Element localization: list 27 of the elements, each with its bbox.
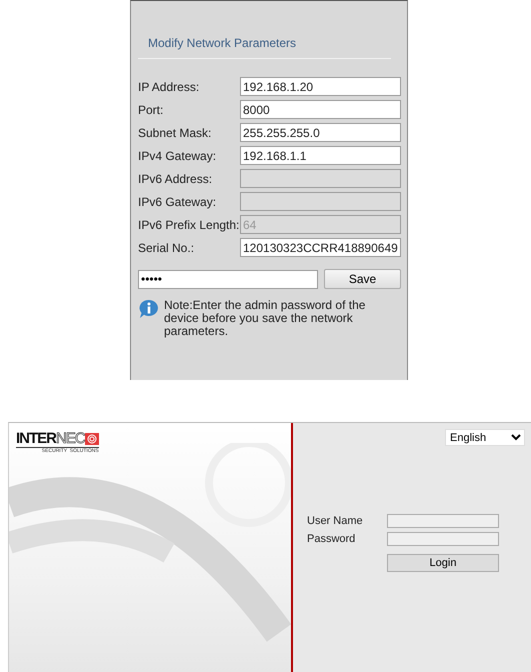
field-label: Serial No.: [138,240,196,254]
field-label: IP Address: [138,80,200,94]
field-label: Port: [138,102,164,116]
field-label: IPv4 Gateway: [138,148,218,162]
password-field[interactable]: ••••• [138,270,318,288]
field-label: IPv6 Prefix Length: [138,218,240,232]
logo-icon [84,432,99,444]
login-button[interactable]: Login [387,554,499,572]
note-text: Note:Enter the admin password of the device before you save the network parameters. [164,299,366,338]
input-field[interactable]: 192.168.1.1 [240,146,401,165]
logo-text: INTER [16,430,56,447]
input-field[interactable]: 8000 [240,100,401,119]
dialog-title: Modify Network Parameters [138,36,391,59]
input-field[interactable]: 192.168.1.20 [240,77,401,96]
input-field[interactable]: 120130323CCRR418890649 [240,238,401,257]
input-field[interactable] [387,532,499,546]
field-label: User Name [307,515,364,527]
input-field[interactable] [387,514,499,528]
save-button[interactable]: Save [324,269,401,289]
field-label: Subnet Mask: [138,126,212,140]
input-field[interactable]: 255.255.255.0 [240,123,401,142]
info-icon [138,299,160,319]
language-select[interactable]: English [445,429,525,446]
logo-text: NEC [56,430,85,447]
field-label: IPv6 Address: [138,172,214,186]
field-label: Password [307,533,356,545]
field-label: IPv6 Gateway: [138,194,218,208]
